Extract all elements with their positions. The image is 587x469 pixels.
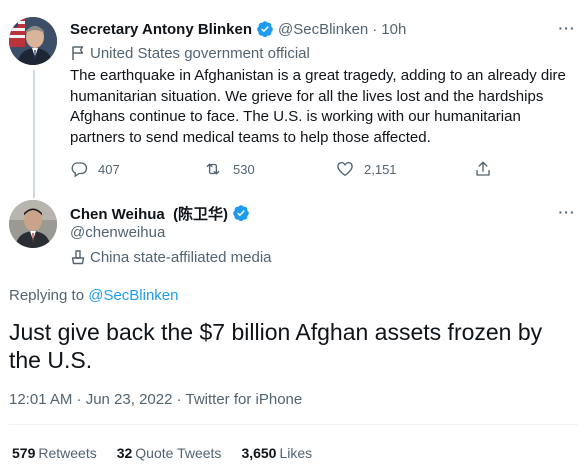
reply-button[interactable]: 407 <box>70 158 120 180</box>
reply-icon <box>71 162 88 178</box>
more-icon[interactable]: ··· <box>555 18 579 38</box>
retweets-stat[interactable]: 579 Retweets <box>12 445 97 461</box>
likes-stat[interactable]: 3,650 Likes <box>241 445 312 461</box>
replying-to-mention-link[interactable]: @SecBlinken <box>88 287 178 304</box>
gov-affiliation-label[interactable]: United States government official <box>70 42 310 64</box>
verified-badge-icon <box>232 204 250 222</box>
podium-icon <box>71 250 85 265</box>
separator-dot: · <box>372 20 378 38</box>
reply-count: 407 <box>98 161 120 177</box>
divider <box>9 424 578 425</box>
retweet-count: 530 <box>233 161 255 177</box>
avatar[interactable] <box>9 200 57 248</box>
verified-badge-icon <box>256 20 274 38</box>
relative-timestamp[interactable]: 10h <box>381 21 406 38</box>
likes-label: Likes <box>279 445 313 461</box>
avatar-chen-image <box>9 200 57 248</box>
share-icon <box>476 161 490 176</box>
parent-tweet-text: The earthquake in Afghanistan is a great… <box>70 67 566 146</box>
replying-to: Replying to @SecBlinken <box>9 286 179 306</box>
parent-tweet[interactable]: Secretary Antony Blinken @SecBlinken · 1… <box>0 0 587 195</box>
display-name[interactable]: Secretary Antony Blinken <box>70 21 252 38</box>
like-button[interactable]: 2,151 <box>336 158 397 180</box>
gov-affiliation-text: United States government official <box>90 44 310 62</box>
like-count: 2,151 <box>364 161 397 177</box>
avatar[interactable] <box>9 17 57 65</box>
heart-icon <box>337 161 353 177</box>
state-media-text: China state-affiliated media <box>90 248 272 266</box>
main-tweet-text: Just give back the $7 billion Afghan ass… <box>9 319 543 373</box>
retweets-count: 579 <box>12 445 36 461</box>
parent-tweet-header: Secretary Antony Blinken @SecBlinken · 1… <box>70 18 406 40</box>
engagement-stats: 579 Retweets 32 Quote Tweets 3,650 Likes <box>12 443 332 463</box>
tweet-timestamp[interactable]: 12:01 AM · Jun 23, 2022 · Twitter for iP… <box>9 389 302 411</box>
share-button[interactable] <box>474 158 502 180</box>
handle[interactable]: @SecBlinken <box>278 21 368 38</box>
quote-tweets-count: 32 <box>116 445 133 461</box>
quote-tweets-label: Quote Tweets <box>135 445 222 461</box>
main-tweet-header: Chen Weihua (陈卫华) <box>70 202 254 224</box>
avatar-blinken-image <box>9 17 57 65</box>
state-media-label[interactable]: China state-affiliated media <box>70 246 272 268</box>
retweets-label: Retweets <box>38 445 97 461</box>
quote-tweets-stat[interactable]: 32 Quote Tweets <box>117 445 222 461</box>
handle[interactable]: @chenweihua <box>70 222 165 244</box>
more-icon[interactable]: ··· <box>555 202 579 222</box>
retweet-button[interactable]: 530 <box>203 158 255 180</box>
display-name[interactable]: Chen Weihua (陈卫华) <box>70 203 228 224</box>
replying-prefix: Replying to <box>9 287 89 304</box>
flag-icon <box>72 46 84 60</box>
retweet-icon <box>206 163 220 175</box>
likes-count: 3,650 <box>241 445 277 461</box>
parent-tweet-actions: 407 530 2,151 <box>70 158 510 180</box>
